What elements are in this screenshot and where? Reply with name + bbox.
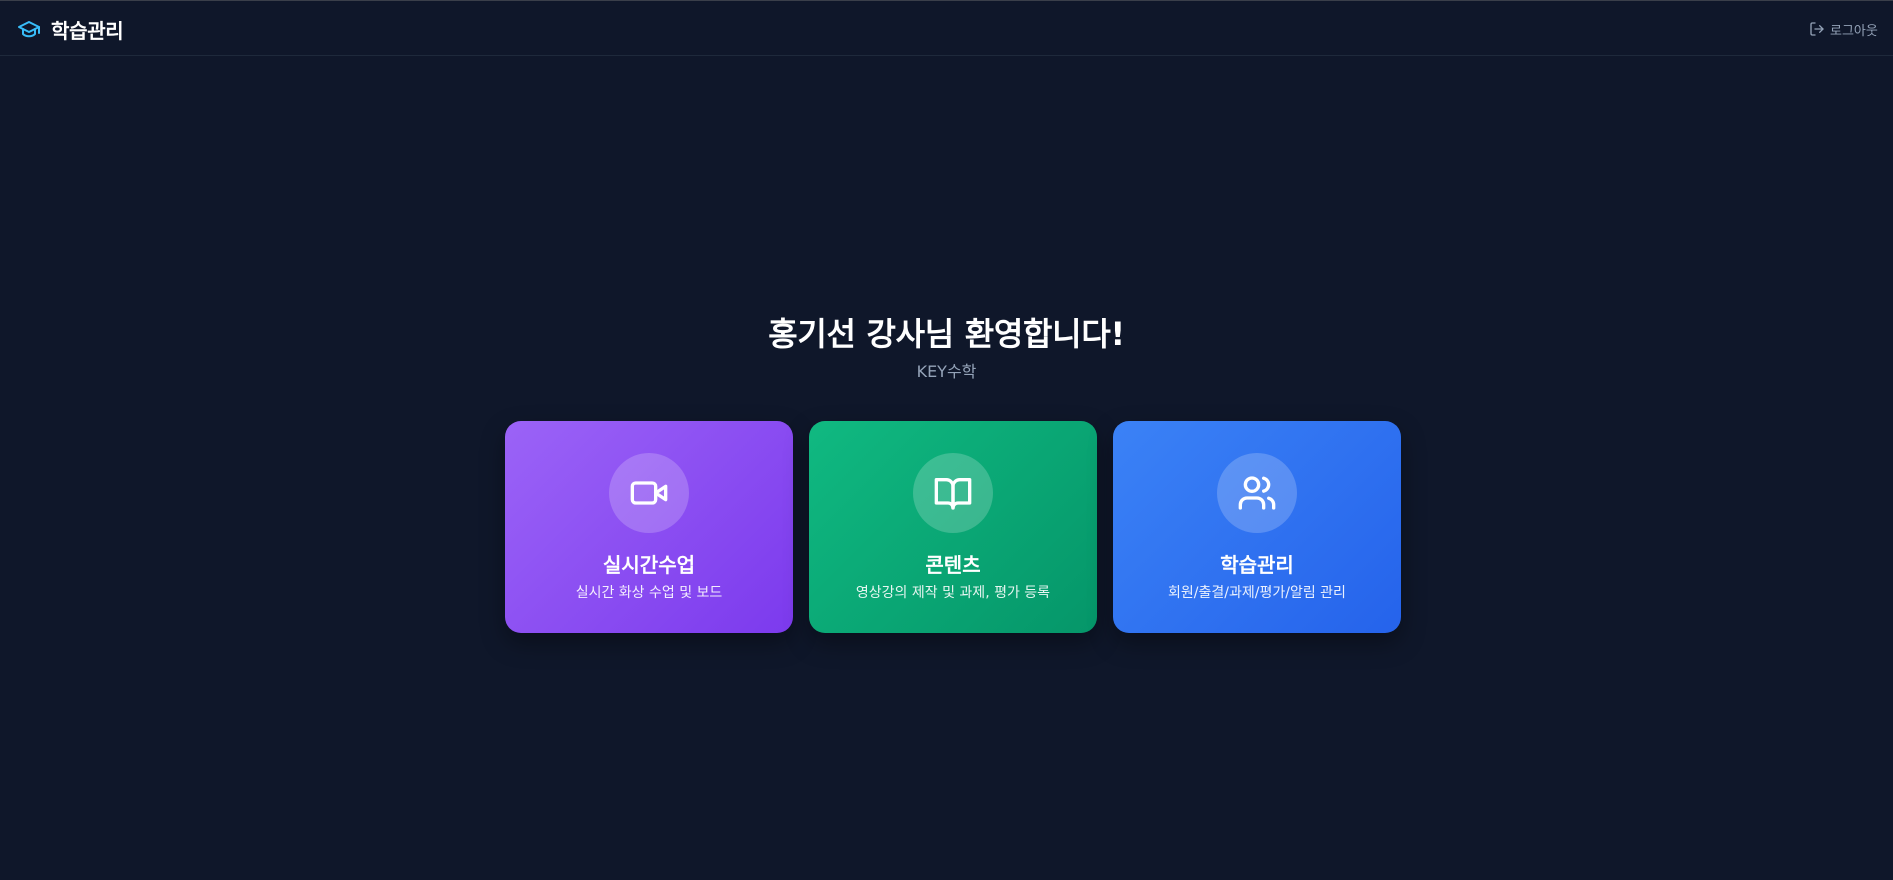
logout-icon xyxy=(1810,22,1824,36)
learning-management-title: 학습관리 xyxy=(1220,553,1294,577)
video-camera-icon xyxy=(630,481,668,505)
organization-name: KEY수학 xyxy=(916,362,977,381)
live-class-description: 실시간 화상 수업 및 보드 xyxy=(575,585,723,601)
live-class-icon-circle xyxy=(609,453,689,533)
users-icon xyxy=(1238,476,1276,510)
top-navigation-bar: 학습관리 로그아웃 xyxy=(0,0,1893,56)
learning-management-icon-circle xyxy=(1217,453,1297,533)
learning-management-card[interactable]: 학습관리 회원/출결/과제/평가/알림 관리 xyxy=(1113,421,1401,633)
feature-cards: 실시간수업 실시간 화상 수업 및 보드 콘텐츠 영상강의 제작 및 과제, 평… xyxy=(505,421,1401,633)
welcome-heading: 홍기선 강사님 환영합니다! xyxy=(768,315,1125,353)
learning-management-description: 회원/출결/과제/평가/알림 관리 xyxy=(1168,585,1346,601)
content-description: 영상강의 제작 및 과제, 평가 등록 xyxy=(855,585,1051,601)
live-class-card[interactable]: 실시간수업 실시간 화상 수업 및 보드 xyxy=(505,421,793,633)
brand-home-link[interactable]: 학습관리 xyxy=(17,14,124,44)
live-class-title: 실시간수업 xyxy=(603,553,695,577)
content-title: 콘텐츠 xyxy=(925,553,981,577)
open-book-icon xyxy=(934,478,972,510)
graduation-cap-icon xyxy=(18,21,40,38)
content-card[interactable]: 콘텐츠 영상강의 제작 및 과제, 평가 등록 xyxy=(809,421,1097,633)
logout-button[interactable]: 로그아웃 xyxy=(1809,18,1893,40)
logout-label: 로그아웃 xyxy=(1830,23,1878,39)
content-icon-circle xyxy=(913,453,993,533)
brand-title: 학습관리 xyxy=(51,18,124,43)
